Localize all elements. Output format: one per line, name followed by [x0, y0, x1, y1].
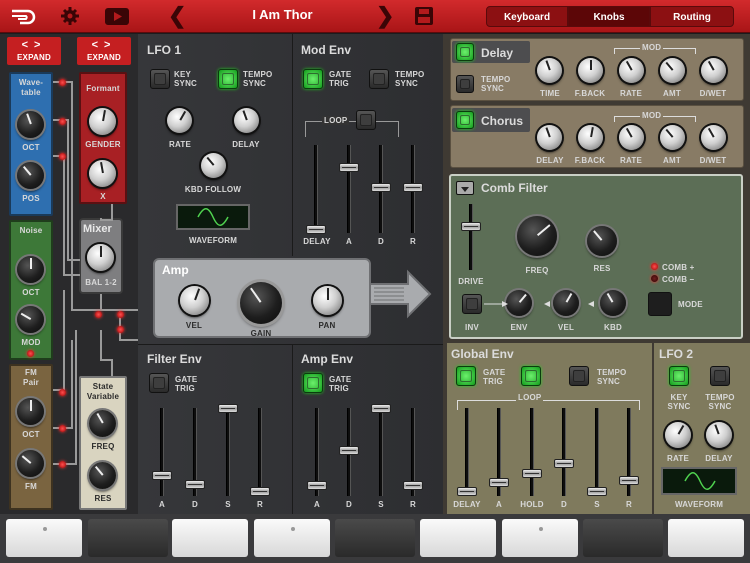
save-icon[interactable]	[415, 7, 433, 25]
delay-rate-knob[interactable]	[619, 58, 644, 83]
lfo2-tempo-sync-button[interactable]	[710, 366, 730, 386]
amp-env-r-fader[interactable]	[403, 481, 423, 490]
mod-env-tempo-sync-button[interactable]	[369, 69, 389, 89]
tab-routing[interactable]: Routing	[650, 6, 734, 27]
lfo1-rate-knob[interactable]	[167, 108, 192, 133]
tab-knobs[interactable]: Knobs	[568, 6, 650, 27]
key-5[interactable]	[335, 519, 415, 557]
key-4[interactable]	[254, 519, 330, 557]
route-led-5	[59, 425, 66, 432]
delay-fback-knob[interactable]	[578, 58, 603, 83]
mod-env-delay-fader[interactable]	[306, 225, 326, 234]
amp-env-title: Amp Env	[301, 352, 354, 366]
key-2[interactable]	[88, 519, 168, 557]
route-led-4	[59, 389, 66, 396]
chorus-delay-knob[interactable]	[537, 125, 562, 150]
comb-mode-button[interactable]	[648, 292, 672, 316]
top-bar: ❮ I Am Thor ❯ Keyboard Knobs Routing	[0, 0, 750, 33]
delay-dwet-knob[interactable]	[701, 58, 726, 83]
global-env-d-fader[interactable]	[554, 459, 574, 468]
delay-tempo-sync-button[interactable]	[456, 75, 474, 93]
comb-freq-knob[interactable]	[517, 216, 557, 256]
filter-env-gate-trig-button[interactable]	[149, 373, 169, 393]
preset-title[interactable]: I Am Thor	[195, 7, 370, 22]
chorus-dwet-knob[interactable]	[701, 125, 726, 150]
global-env-delay-fader[interactable]	[457, 487, 477, 496]
route-led-6	[59, 461, 66, 468]
amp-env-s-fader[interactable]	[371, 404, 391, 413]
comb-kbd-knob[interactable]	[600, 290, 626, 316]
lfo1-waveform-display[interactable]	[176, 204, 250, 230]
comb-inv-button[interactable]	[462, 294, 482, 314]
chorus-rate-knob[interactable]	[619, 125, 644, 150]
gear-icon[interactable]	[60, 6, 80, 26]
amp-env-gate-trig-button[interactable]	[303, 373, 323, 393]
lfo1-key-sync-button[interactable]	[150, 69, 170, 89]
mod-env-a-fader[interactable]	[339, 163, 359, 172]
lfo2-rate-knob[interactable]	[665, 422, 691, 448]
route-led-1	[59, 79, 66, 86]
mod-env-r-fader[interactable]	[403, 183, 423, 192]
amp-vel-knob[interactable]	[180, 286, 209, 315]
route-led-3	[59, 153, 66, 160]
lfo2-delay-knob[interactable]	[706, 422, 732, 448]
filter-env-s-fader[interactable]	[218, 404, 238, 413]
lfo1-tempo-sync-button[interactable]	[218, 69, 238, 89]
lfo2-waveform-display[interactable]	[661, 467, 737, 495]
amp-gain-knob[interactable]	[240, 282, 282, 324]
global-env-loop-button[interactable]	[521, 366, 541, 386]
global-env-a-fader[interactable]	[489, 478, 509, 487]
mod-env-loop-button[interactable]	[356, 110, 376, 130]
tab-keyboard[interactable]: Keyboard	[486, 6, 568, 27]
filter-env-r-fader[interactable]	[250, 487, 270, 496]
key-9[interactable]	[668, 519, 744, 557]
key-7[interactable]	[502, 519, 578, 557]
amp-output-arrow	[369, 269, 432, 319]
comb-drive-fader[interactable]	[461, 222, 481, 231]
amp-pan-knob[interactable]	[313, 286, 342, 315]
comb-minus-led[interactable]	[651, 275, 658, 282]
mod-env-gate-trig-button[interactable]	[303, 69, 323, 89]
global-env-s-fader[interactable]	[587, 487, 607, 496]
routing-lines	[53, 81, 140, 465]
chorus-fback-knob[interactable]	[578, 125, 603, 150]
video-icon[interactable]	[105, 8, 129, 25]
filter-env-d-fader[interactable]	[185, 480, 205, 489]
route-led-9	[117, 326, 124, 333]
route-led-7	[95, 311, 102, 318]
chorus-amt-knob[interactable]	[660, 125, 685, 150]
amp-env-d-fader[interactable]	[339, 446, 359, 455]
amp-env-a-fader[interactable]	[307, 481, 327, 490]
global-env-r-fader[interactable]	[619, 476, 639, 485]
key-3[interactable]	[172, 519, 248, 557]
app-logo-icon[interactable]	[10, 7, 36, 27]
route-led-8	[117, 311, 124, 318]
comb-filter-menu-button[interactable]	[456, 181, 474, 195]
comb-res-knob[interactable]	[587, 226, 617, 256]
next-preset-button[interactable]: ❯	[376, 4, 394, 28]
key-1[interactable]	[6, 519, 82, 557]
comb-plus-led[interactable]	[651, 263, 658, 270]
key-8[interactable]	[583, 519, 663, 557]
route-led-2	[59, 118, 66, 125]
lfo1-title: LFO 1	[147, 43, 182, 57]
filter-env-a-fader[interactable]	[152, 471, 172, 480]
delay-on-button[interactable]	[456, 43, 474, 61]
mod-env-d-fader[interactable]	[371, 183, 391, 192]
key-6[interactable]	[420, 519, 496, 557]
mod-env-title: Mod Env	[301, 43, 351, 57]
chorus-on-button[interactable]	[456, 111, 474, 129]
lfo2-key-sync-button[interactable]	[669, 366, 689, 386]
global-env-tempo-sync-button[interactable]	[569, 366, 589, 386]
prev-preset-button[interactable]: ❮	[168, 4, 186, 28]
comb-filter-section	[449, 174, 743, 339]
lfo1-delay-knob[interactable]	[234, 108, 259, 133]
delay-time-knob[interactable]	[537, 58, 562, 83]
lfo1-kbd-follow-knob[interactable]	[201, 153, 226, 178]
filter-env-title: Filter Env	[147, 352, 202, 366]
global-env-hold-fader[interactable]	[522, 469, 542, 478]
delay-amt-knob[interactable]	[660, 58, 685, 83]
global-env-gate-trig-button[interactable]	[456, 366, 476, 386]
